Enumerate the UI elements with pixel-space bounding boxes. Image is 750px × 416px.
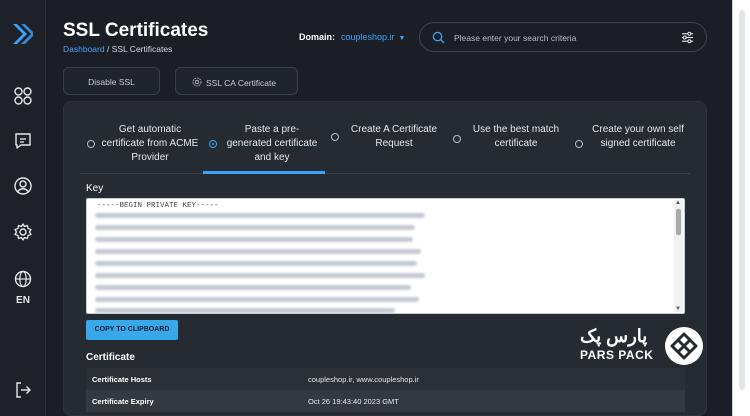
key-first-line: -----BEGIN PRIVATE KEY----- (97, 202, 219, 210)
ssl-ca-certificate-button[interactable]: SSL CA Certificate (175, 67, 298, 95)
domain-label: Domain: (299, 32, 335, 42)
chat-icon[interactable] (13, 131, 33, 151)
row-key: Certificate Expiry (92, 397, 154, 406)
table-row: Certificate Expiry Oct 26 19:43:40 2023 … (86, 390, 685, 412)
domain-select[interactable]: coupleshop.ir ▼ (341, 32, 405, 42)
tab-label: Get automatic certificate from ACME Prov… (101, 124, 199, 163)
language-switch[interactable]: EN (0, 295, 46, 306)
tab-label: Create A Certificate Request (350, 124, 438, 149)
certificate-label: Certificate (86, 352, 135, 363)
radio-button[interactable] (575, 140, 583, 148)
redacted-key-line (95, 285, 411, 290)
redacted-key-line (95, 249, 421, 254)
logout-icon[interactable] (13, 380, 33, 400)
chevron-down-icon: ▼ (398, 35, 406, 42)
scroll-down-icon[interactable]: ▼ (675, 306, 681, 312)
tab-label: Paste a pre-generated certificate and ke… (226, 124, 318, 163)
radio-button-selected[interactable] (209, 140, 217, 148)
logo-icon[interactable] (11, 22, 35, 46)
globe-icon[interactable] (13, 269, 33, 289)
key-scrollbar[interactable]: ▲ ▼ (674, 200, 683, 312)
ssl-ca-certificate-label: SSL CA Certificate (206, 78, 277, 88)
window-scrollbar[interactable] (732, 0, 750, 416)
filter-icon[interactable] (681, 31, 694, 44)
copy-to-clipboard-button[interactable]: COPY TO CLIPBOARD (86, 320, 178, 340)
search-icon (432, 31, 445, 44)
redacted-key-line (95, 273, 425, 278)
redacted-key-line (95, 297, 419, 302)
dashboard-grid-icon[interactable] (13, 86, 33, 106)
gear-icon (192, 77, 202, 87)
row-value: Oct 26 19:43:40 2023 GMT (308, 397, 399, 406)
disable-ssl-label: Disable SSL (88, 77, 135, 87)
row-key: Certificate Hosts (92, 375, 152, 384)
active-tab-indicator (203, 171, 325, 174)
tab-best-match[interactable]: Use the best match certificate (446, 108, 568, 174)
parspack-logo-icon (665, 327, 703, 365)
domain-value: coupleshop.ir (341, 32, 395, 42)
scroll-up-icon[interactable]: ▲ (675, 200, 681, 206)
row-value: coupleshop.ir, www.coupleshop.ir (308, 375, 419, 384)
redacted-key-line (95, 225, 415, 230)
breadcrumb-current: SSL Certificates (111, 44, 173, 54)
tab-paste-certificate[interactable]: Paste a pre-generated certificate and ke… (203, 108, 325, 174)
key-textarea[interactable]: -----BEGIN PRIVATE KEY----- ▲ ▼ (86, 198, 685, 314)
redacted-key-line (95, 261, 417, 266)
breadcrumb: Dashboard / SSL Certificates (63, 44, 172, 54)
redacted-key-line (95, 308, 395, 313)
table-row: Certificate Hosts coupleshop.ir, www.cou… (86, 368, 685, 390)
tab-label: Use the best match certificate (472, 124, 560, 149)
key-scrollbar-thumb[interactable] (676, 209, 681, 235)
radio-button[interactable] (453, 135, 461, 143)
tab-label: Create your own self signed certificate (592, 124, 684, 149)
settings-icon[interactable] (13, 222, 33, 242)
certificate-options: Get automatic certificate from ACME Prov… (80, 108, 690, 174)
parspack-watermark: پارس پک PARS PACK (580, 326, 708, 366)
search-placeholder: Please enter your search criteria (454, 33, 577, 43)
user-icon[interactable] (13, 176, 33, 196)
redacted-key-line (95, 213, 425, 218)
page-title: SSL Certificates (63, 20, 209, 41)
key-label: Key (86, 183, 104, 194)
radio-button[interactable] (331, 133, 339, 141)
window-scrollbar-thumb[interactable] (739, 10, 745, 390)
watermark-english: PARS PACK (580, 348, 654, 362)
tab-self-signed[interactable]: Create your own self signed certificate (568, 108, 690, 174)
sidebar: EN (0, 0, 46, 416)
search-input[interactable]: Please enter your search criteria (419, 22, 707, 52)
redacted-key-line (95, 237, 413, 242)
breadcrumb-separator: / (104, 44, 112, 54)
radio-button[interactable] (87, 140, 95, 148)
ssl-panel: Get automatic certificate from ACME Prov… (63, 101, 707, 416)
watermark-persian: پارس پک (580, 326, 648, 346)
breadcrumb-dashboard-link[interactable]: Dashboard (63, 44, 105, 54)
tab-certificate-request[interactable]: Create A Certificate Request (325, 108, 446, 174)
disable-ssl-button[interactable]: Disable SSL (63, 67, 160, 95)
tab-acme-provider[interactable]: Get automatic certificate from ACME Prov… (80, 108, 203, 174)
